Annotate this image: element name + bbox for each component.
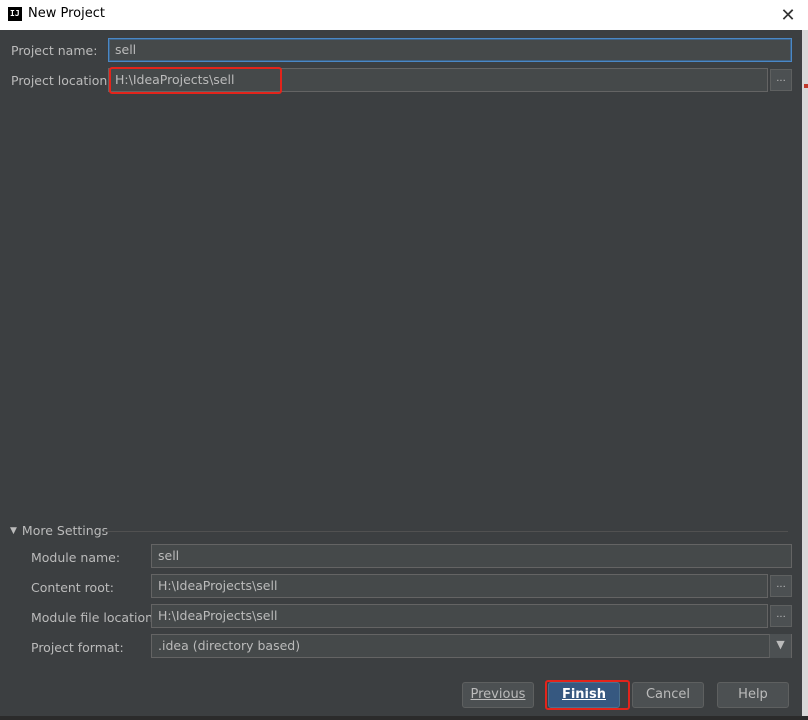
cancel-button[interactable]: Cancel [632, 682, 704, 708]
module-file-location-label: Module file location: [31, 610, 158, 625]
close-icon[interactable]: ✕ [768, 0, 808, 30]
bottom-edge [0, 716, 808, 720]
chevron-down-icon[interactable]: ▼ [769, 634, 791, 658]
previous-button-label: Previous [470, 687, 526, 702]
project-location-label: Project location: [11, 73, 112, 88]
project-format-select[interactable]: .idea (directory based) ▼ [151, 634, 792, 658]
edge-mark [804, 84, 808, 88]
project-name-input[interactable]: sell [108, 38, 792, 62]
triangle-down-icon: ▼ [10, 525, 17, 536]
more-settings-label: More Settings [21, 523, 109, 538]
window-title: New Project [28, 6, 105, 21]
window-edge [802, 30, 808, 720]
intellij-icon: IJ [8, 7, 22, 21]
module-name-label: Module name: [31, 550, 121, 565]
project-format-value: .idea (directory based) [158, 638, 301, 653]
module-name-input[interactable]: sell [151, 544, 792, 568]
content-root-input[interactable]: H:\IdeaProjects\sell [151, 574, 768, 598]
finish-button[interactable]: Finish [548, 682, 620, 708]
title-bar: IJ New Project ✕ [0, 0, 808, 30]
previous-button[interactable]: Previous [462, 682, 534, 708]
more-settings-toggle[interactable]: ▼ More Settings [10, 523, 108, 538]
content-root-label: Content root: [31, 580, 114, 595]
project-location-browse-button[interactable]: ... [770, 69, 792, 91]
content-root-browse-button[interactable]: ... [770, 575, 792, 597]
module-file-browse-button[interactable]: ... [770, 605, 792, 627]
more-settings-separator [104, 531, 788, 532]
module-file-location-input[interactable]: H:\IdeaProjects\sell [151, 604, 768, 628]
project-location-input[interactable]: H:\IdeaProjects\sell [108, 68, 768, 92]
project-name-label: Project name: [11, 43, 98, 58]
finish-button-label: Finish [561, 687, 607, 702]
help-button[interactable]: Help [717, 682, 789, 708]
project-format-label: Project format: [31, 640, 124, 655]
